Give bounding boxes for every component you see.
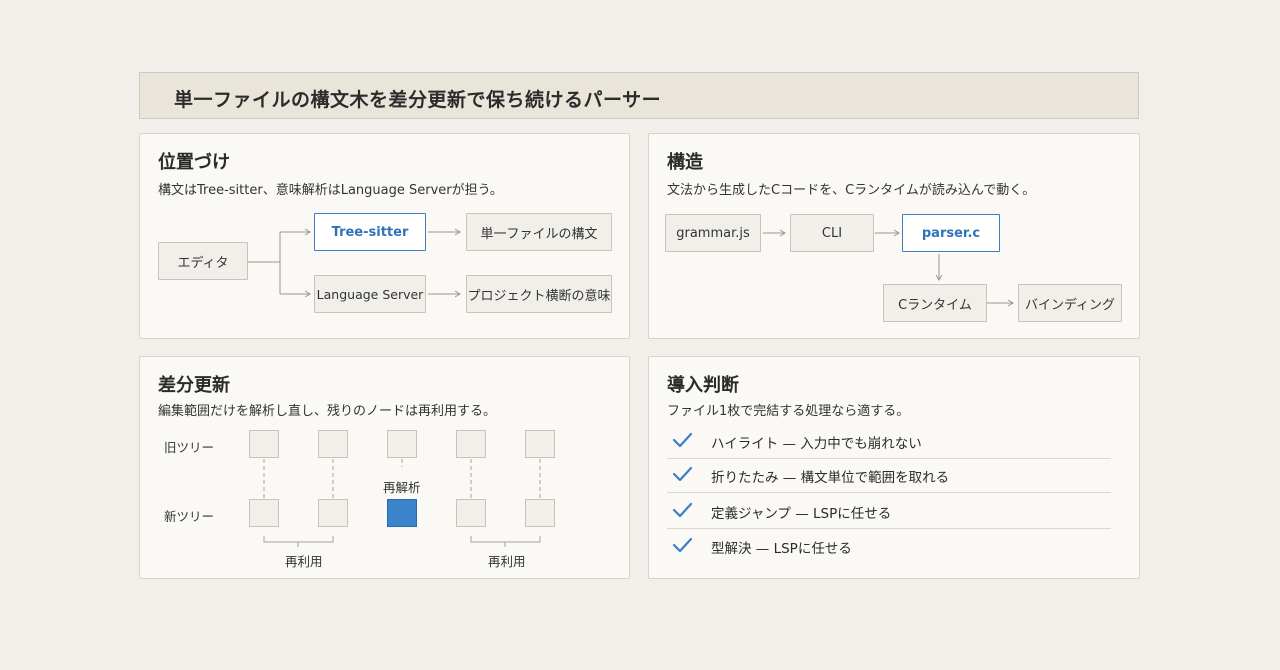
node-grammar: grammar.js <box>665 214 761 252</box>
node-tree-sitter: Tree-sitter <box>314 213 426 251</box>
incremental-connectors <box>263 459 541 547</box>
reuse-label-left: 再利用 <box>285 554 323 569</box>
panel-adoption: 導入判断 ファイル1枚で完結する処理なら適する。 ハイライト — 入力中でも崩れ… <box>648 356 1140 579</box>
check-icon <box>672 502 693 518</box>
old-node <box>249 430 279 458</box>
check-icon <box>672 537 693 553</box>
adoption-item-text: 折りたたみ — 構文単位で範囲を取れる <box>711 470 950 486</box>
node-single-file-syntax: 単一ファイルの構文 <box>466 213 612 251</box>
panel-structure: 構造 文法から生成したCコードを、Cランタイムが読み込んで動く。 grammar… <box>648 133 1140 339</box>
title-bar: 単一ファイルの構文木を差分更新で保ち続けるパーサー <box>139 72 1139 119</box>
node-editor: エディタ <box>158 242 248 280</box>
adoption-item-text: ハイライト — 入力中でも崩れない <box>711 436 922 452</box>
page-title: 単一ファイルの構文木を差分更新で保ち続けるパーサー <box>174 89 662 111</box>
node-bindings: バインディング <box>1018 284 1122 322</box>
node-project-semantics: プロジェクト横断の意味 <box>466 275 612 313</box>
old-node <box>318 430 348 458</box>
adoption-item: 定義ジャンプ — LSPに任せる <box>667 495 1111 529</box>
old-node <box>525 430 555 458</box>
adoption-item: 型解決 — LSPに任せる <box>667 530 1111 564</box>
node-cli: CLI <box>790 214 874 252</box>
adoption-item: ハイライト — 入力中でも崩れない <box>667 425 1111 459</box>
reuse-label-right: 再利用 <box>488 554 526 569</box>
panel-positioning: 位置づけ 構文はTree-sitter、意味解析はLanguage Server… <box>139 133 630 339</box>
panel-incremental: 差分更新 編集範囲だけを解析し直し、残りのノードは再利用する。 旧ツリー 新ツリ… <box>139 356 630 579</box>
node-runtime: Cランタイム <box>883 284 987 322</box>
new-node <box>456 499 486 527</box>
node-language-server: Language Server <box>314 275 426 313</box>
node-parser: parser.c <box>902 214 1000 252</box>
adoption-item-text: 定義ジャンプ — LSPに任せる <box>711 506 892 522</box>
check-icon <box>672 466 693 482</box>
old-node <box>456 430 486 458</box>
adoption-heading: 導入判断 <box>667 375 739 396</box>
adoption-item-text: 型解決 — LSPに任せる <box>711 541 852 557</box>
adoption-item: 折りたたみ — 構文単位で範囲を取れる <box>667 459 1111 493</box>
new-node <box>249 499 279 527</box>
check-icon <box>672 432 693 448</box>
adoption-subtitle: ファイル1枚で完結する処理なら適する。 <box>667 404 910 419</box>
new-node <box>318 499 348 527</box>
new-node-reparsed <box>387 499 417 527</box>
reparse-label: 再解析 <box>383 480 421 495</box>
old-node <box>387 430 417 458</box>
new-node <box>525 499 555 527</box>
